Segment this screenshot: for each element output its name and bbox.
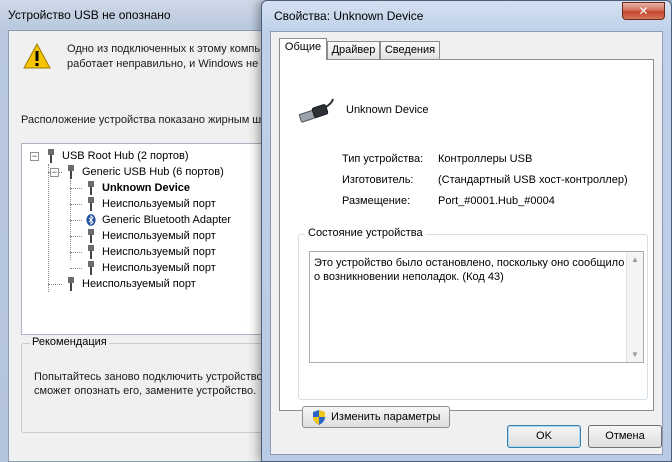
location-label: Размещение: — [342, 195, 411, 207]
tree-connector — [70, 236, 82, 237]
tree-node-label: USB Root Hub (2 портов) — [62, 150, 189, 162]
device-type-label: Тип устройства: — [342, 153, 424, 165]
device-properties-dialog: Свойства: Unknown Device ✕ Общие Драйвер… — [261, 0, 672, 462]
scroll-down-icon[interactable]: ▼ — [631, 350, 639, 359]
usb-connector-icon — [298, 98, 334, 123]
window-title: Устройство USB не опознано — [8, 8, 171, 22]
usb-plug-icon — [88, 197, 94, 211]
dialog-title: Свойства: Unknown Device — [274, 9, 424, 23]
cancel-button[interactable]: Отмена — [588, 425, 662, 448]
device-status-textbox[interactable]: Это устройство было остановлено, посколь… — [309, 251, 644, 363]
change-settings-label: Изменить параметры — [331, 411, 441, 423]
device-status-group: Состояние устройства Это устройство было… — [298, 227, 648, 400]
tree-connector — [70, 204, 82, 205]
dialog-client-area: Общие Драйвер Сведения Unknown Device Ти… — [270, 31, 663, 455]
tab-details[interactable]: Сведения — [380, 41, 440, 60]
usb-plug-icon — [68, 277, 74, 291]
tree-connector — [48, 284, 62, 285]
usb-plug-icon — [88, 245, 94, 259]
recommendation-line-2: сможет опознать его, замените устройство… — [34, 385, 257, 397]
manufacturer-label: Изготовитель: — [342, 174, 414, 186]
manufacturer-value: (Стандартный USB хост-контроллер) — [438, 174, 628, 186]
tree-node-label: Unknown Device — [102, 182, 191, 194]
tree-node-label: Неиспользуемый порт — [102, 262, 216, 274]
collapse-toggle[interactable]: − — [30, 152, 39, 161]
device-status-title: Состояние устройства — [305, 227, 426, 239]
status-scrollbar[interactable]: ▲ ▼ — [626, 252, 643, 362]
collapse-toggle[interactable]: − — [50, 168, 59, 177]
warning-icon — [23, 43, 51, 69]
usb-plug-icon — [68, 165, 74, 179]
tree-node-label: Generic Bluetooth Adapter — [102, 214, 232, 226]
tree-node-label: Неиспользуемый порт — [102, 198, 216, 210]
usb-plug-icon — [48, 149, 54, 163]
ok-button[interactable]: OK — [507, 425, 581, 448]
uac-shield-icon — [313, 410, 325, 425]
usb-plug-icon — [88, 229, 94, 243]
tab-driver[interactable]: Драйвер — [327, 41, 380, 60]
tree-node-label: Неиспользуемый порт — [102, 230, 216, 242]
recommendation-title: Рекомендация — [30, 336, 109, 348]
scroll-up-icon[interactable]: ▲ — [631, 255, 639, 264]
change-settings-button[interactable]: Изменить параметры — [302, 406, 450, 428]
usb-not-recognized-window: Устройство USB не опознано Одно из подкл… — [0, 0, 321, 462]
usb-plug-icon — [88, 181, 94, 195]
tree-connector — [70, 252, 82, 253]
device-status-text: Это устройство было остановлено, посколь… — [314, 257, 625, 283]
device-type-value: Контроллеры USB — [438, 153, 533, 165]
tree-node-label: Неиспользуемый порт — [102, 246, 216, 258]
window-client-area: Одно из подключенных к этому компь работ… — [8, 30, 321, 462]
usb-plug-icon — [88, 261, 94, 275]
tree-connector — [70, 220, 82, 221]
close-button[interactable]: ✕ — [622, 2, 665, 20]
recommendation-text: Попытайтесь заново подключить устройство… — [34, 370, 263, 398]
tree-connector — [70, 268, 82, 269]
tab-general[interactable]: Общие — [279, 38, 327, 60]
tree-node-label: Generic USB Hub (6 портов) — [82, 166, 224, 178]
location-value: Port_#0001.Hub_#0004 — [438, 195, 555, 207]
location-description: Расположение устройства показано жирным … — [21, 114, 262, 126]
tree-connector — [48, 164, 49, 292]
general-tab-panel: Unknown Device Тип устройства: Контролле… — [279, 59, 654, 428]
bluetooth-icon — [86, 214, 96, 226]
device-name: Unknown Device — [346, 104, 429, 116]
tree-node-label: Неиспользуемый порт — [82, 278, 196, 290]
tree-connector — [70, 188, 82, 189]
recommendation-line-1: Попытайтесь заново подключить устройство — [34, 371, 263, 383]
